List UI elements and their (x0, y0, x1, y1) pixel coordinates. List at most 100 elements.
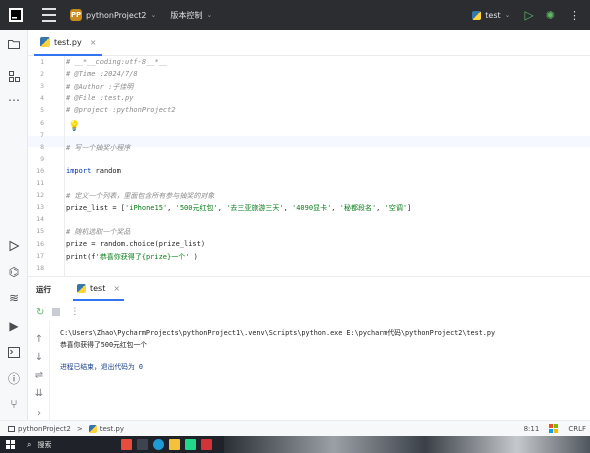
line-number: 11 (36, 179, 44, 187)
line-number: 12 (36, 191, 44, 200)
layers-icon[interactable]: ≋ (6, 290, 22, 306)
more-options-icon[interactable]: ⋮ (70, 307, 79, 317)
pycharm-taskbar-icon[interactable] (185, 439, 197, 450)
services-icon[interactable]: ▶ (6, 318, 22, 334)
left-toolbar: ⋯ ⌬ ≋ ▶ ⓘ ⑂ (0, 30, 28, 420)
line-number: 17 (36, 251, 44, 260)
console-exit-message: 进程已结束，退出代码为 0 (60, 363, 143, 371)
tab-test-py[interactable]: test.py × (34, 30, 103, 56)
line-number: 5 (40, 106, 44, 115)
search-icon[interactable]: ⌕ (27, 440, 31, 450)
code-line[interactable]: import random (66, 167, 121, 175)
run-tab-label: test (90, 283, 106, 293)
code-line[interactable]: # __*__coding:utf-8__*__ (66, 58, 167, 66)
code-line[interactable]: prize_list = ['iPhone15', '500元红包', '去三亚… (66, 203, 411, 213)
run-panel: 运行 test × ↻ ⋮ ↑ ↓ ⇌ ⇊ › C:\Users\Zhao\Py… (28, 276, 590, 421)
arrow-up-icon[interactable]: ↑ (32, 333, 46, 345)
cursor-position[interactable]: 8:11 (524, 425, 540, 433)
folder-icon[interactable] (6, 36, 22, 52)
run-side-toolbar: ↑ ↓ ⇌ ⇊ › (28, 321, 50, 421)
chevron-down-icon[interactable]: ⌄ (206, 11, 212, 19)
breadcrumb-separator: > (76, 424, 83, 433)
problems-icon[interactable]: ⓘ (6, 370, 22, 386)
scroll-to-end-icon[interactable]: ⇊ (32, 387, 46, 399)
project-icon (8, 425, 15, 432)
line-number: 8 (40, 142, 44, 151)
title-bar: PP pythonProject2 ⌄ 版本控制 ⌄ test ⌄ ▷ ✺ ⋮ (0, 0, 590, 30)
line-number: 3 (40, 82, 44, 91)
tab-label: test.py (54, 37, 82, 47)
status-bar: pythonProject2 > test.py 8:11 CRLF (0, 420, 590, 436)
console-command: C:\Users\Zhao\PycharmProjects\pythonProj… (60, 329, 496, 337)
line-number: 1 (40, 58, 44, 66)
stop-icon[interactable] (52, 308, 61, 316)
line-number: 16 (36, 239, 44, 248)
code-line[interactable]: # @Time :2024/7/8 (66, 70, 138, 78)
line-ending[interactable]: CRLF (568, 425, 586, 433)
edge-icon[interactable] (153, 439, 165, 450)
windows-taskbar: ⌕ 搜索 (0, 436, 590, 453)
pycharm-logo-icon[interactable] (6, 5, 26, 25)
code-line[interactable]: prize = random.choice(prize_list) (66, 240, 205, 248)
soft-wrap-icon[interactable]: ⇌ (32, 369, 46, 381)
project-badge[interactable]: PP (70, 9, 82, 21)
close-icon[interactable]: × (113, 284, 120, 293)
expand-icon[interactable]: › (32, 407, 46, 419)
line-number: 6 (40, 118, 44, 127)
file-explorer-icon[interactable] (169, 439, 181, 450)
run-icon[interactable]: ▷ (525, 8, 534, 22)
python-file-icon (88, 424, 97, 433)
terminal-icon[interactable] (6, 344, 22, 360)
taskview-icon[interactable] (137, 439, 149, 450)
run-panel-title: 运行 (36, 284, 51, 294)
code-line[interactable]: # 写一个抽奖小程序 (66, 143, 130, 153)
run-toolbar: ↻ ⋮ (28, 303, 590, 321)
windows-start-icon[interactable] (6, 440, 15, 449)
git-icon[interactable]: ⑂ (6, 396, 22, 412)
rerun-icon[interactable]: ↻ (36, 307, 44, 318)
code-line[interactable]: # @project :pythonProject2 (66, 106, 176, 114)
run-config-selector[interactable]: test (485, 11, 500, 20)
run-tool-icon[interactable] (6, 238, 22, 254)
lightbulb-icon[interactable]: 💡 (68, 121, 80, 132)
python-file-icon (77, 283, 86, 293)
code-line[interactable]: # 随机选取一个奖品 (66, 227, 130, 237)
line-number: 14 (36, 215, 44, 224)
vcs-menu[interactable]: 版本控制 (170, 10, 202, 21)
debug-icon[interactable]: ✺ (546, 9, 555, 22)
run-panel-header: 运行 test × (28, 277, 590, 301)
code-line[interactable]: # @Author :子佳明 (66, 82, 133, 92)
python-packages-icon[interactable]: ⌬ (6, 264, 22, 280)
indent-guide (64, 56, 65, 276)
code-editor[interactable]: 1 # __*__coding:utf-8__*__ 2 # @Time :2024/… (28, 56, 590, 284)
arrow-down-icon[interactable]: ↓ (32, 351, 46, 363)
chevron-down-icon[interactable]: ⌄ (505, 11, 511, 19)
line-number: 2 (40, 70, 44, 79)
more-tools-icon[interactable]: ⋯ (6, 92, 22, 108)
chevron-down-icon[interactable]: ⌄ (150, 11, 156, 19)
taskbar-app-icon[interactable] (201, 439, 213, 450)
code-line[interactable]: # 定义一个列表，里面包含所有参与抽奖的对象 (66, 191, 214, 201)
taskbar-search[interactable]: 搜索 (37, 440, 51, 450)
structure-icon[interactable] (6, 68, 22, 84)
windows-logo-icon (549, 424, 559, 433)
line-number: 15 (36, 227, 44, 236)
line-number: 4 (40, 94, 44, 103)
status-file[interactable]: test.py (100, 425, 124, 433)
close-icon[interactable]: × (90, 38, 97, 47)
python-file-icon (472, 10, 482, 20)
line-number: 10 (36, 166, 44, 175)
wallpaper-strip (224, 436, 590, 453)
console-output: 恭喜你获得了500元红包一个 (60, 341, 148, 349)
line-number: 9 (40, 154, 44, 163)
project-name[interactable]: pythonProject2 (86, 11, 146, 20)
taskbar-app-icon[interactable] (121, 439, 133, 450)
line-number: 13 (36, 203, 44, 212)
run-tab-test[interactable]: test × (73, 277, 125, 301)
code-line[interactable]: # @File :test.py (66, 94, 133, 102)
python-file-icon (40, 37, 50, 47)
more-options-icon[interactable]: ⋮ (569, 9, 580, 22)
main-menu-icon[interactable] (42, 8, 56, 22)
code-line[interactable]: print(f'恭喜你获得了{prize}一个' ) (66, 252, 198, 262)
status-project[interactable]: pythonProject2 (18, 425, 71, 433)
